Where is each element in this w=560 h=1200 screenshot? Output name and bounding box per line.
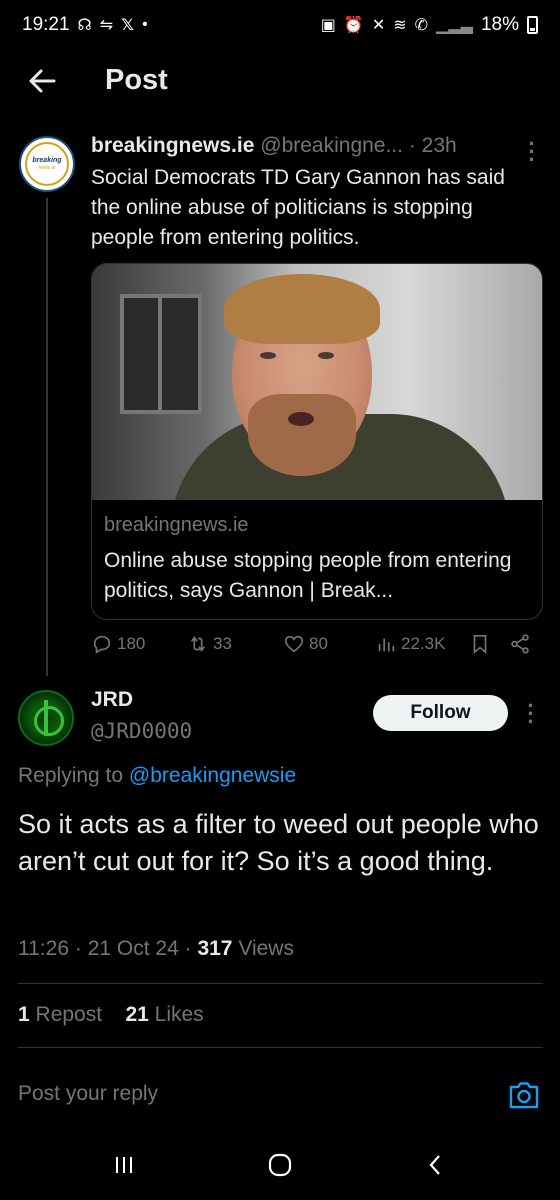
meta-separator: · [184, 937, 192, 960]
reply-input[interactable]: Post your reply [18, 1082, 158, 1106]
heart-icon [284, 635, 304, 653]
reply-count: 180 [117, 634, 146, 653]
person-hair [224, 274, 380, 344]
meta-separator: · [74, 937, 82, 960]
status-bar: 19:21 ☊ ⇋ 𝕏 • ▣ ⏰ ✕ ≋ ✆ ▁▂▃ 18% [0, 0, 560, 50]
reply-icon [93, 635, 111, 654]
person-eye-right [318, 352, 334, 359]
card-image [92, 264, 542, 500]
signal-bars-icon: ▁▂▃ [436, 17, 473, 34]
page-title: Post [105, 64, 168, 96]
recent-apps-button[interactable] [104, 1150, 144, 1180]
repost-button[interactable]: 33 [187, 633, 232, 655]
breakingnews-logo: breaking news.ie [25, 142, 69, 186]
reply-button[interactable]: 180 [91, 633, 145, 655]
views-label: Views [238, 937, 294, 960]
post-time[interactable]: 11:26 [18, 937, 69, 960]
views-icon [378, 638, 395, 652]
replying-mention[interactable]: @breakingnewsie [129, 764, 296, 787]
data-icon: ⇋ [99, 17, 114, 34]
person-eye-left [260, 352, 276, 359]
link-card[interactable]: breakingnews.ie Online abuse stopping pe… [91, 263, 543, 620]
back-icon [429, 1155, 440, 1175]
reply-author-handle[interactable]: @JRD0000 [91, 719, 192, 743]
repost-icon [190, 636, 206, 652]
dot-icon: • [142, 16, 148, 33]
engagement-stats: 1 Repost 21 Likes [18, 1003, 204, 1027]
divider [18, 1047, 543, 1048]
post-time[interactable]: · 23h [409, 134, 457, 157]
battery-icon [527, 16, 538, 34]
person-beard [248, 394, 356, 476]
lock-icon: ▣ [320, 17, 336, 34]
share-button[interactable] [509, 633, 531, 655]
more-options-icon[interactable]: · · · [522, 133, 542, 171]
views-count: 22.3K [401, 634, 446, 653]
logo-text: breaking [32, 157, 62, 164]
views-count: 317 [197, 937, 233, 960]
replying-to: Replying to @breakingnewsie [18, 764, 296, 788]
card-domain: breakingnews.ie [104, 514, 249, 536]
logo-subtext: news.ie [38, 165, 56, 171]
recent-apps-icon [116, 1157, 132, 1173]
status-left: 19:21 ☊ ⇋ 𝕏 • [22, 14, 148, 36]
divider [18, 983, 543, 984]
bookmark-button[interactable] [469, 633, 491, 655]
reposts-count: 1 [18, 1003, 30, 1026]
likes-count: 21 [125, 1003, 149, 1026]
wifi-icon: ≋ [393, 17, 407, 34]
background-window [120, 294, 202, 414]
post-meta: 11:26 · 21 Oct 24 · 317 Views [18, 937, 294, 961]
likes-label: Likes [154, 1003, 204, 1026]
author-handle[interactable]: @breakingne... [260, 134, 403, 157]
header: Post [0, 50, 560, 116]
reposts-label: Repost [35, 1003, 103, 1026]
follow-button[interactable]: Follow [373, 695, 508, 731]
action-bar: 180 33 80 22.3K [91, 633, 541, 663]
card-title: Online abuse stopping people from enteri… [104, 549, 512, 602]
reply-text: So it acts as a filter to weed out peopl… [18, 809, 539, 876]
bookmark-icon [473, 634, 487, 655]
camera-icon[interactable] [508, 1080, 540, 1110]
back-arrow-icon[interactable] [26, 65, 58, 97]
views-button[interactable]: 22.3K [375, 633, 445, 655]
home-button[interactable] [260, 1150, 300, 1180]
thread-line [46, 198, 48, 676]
post-date[interactable]: 21 Oct 24 [88, 937, 179, 960]
avatar[interactable] [18, 690, 74, 746]
share-icon [511, 634, 529, 654]
call-icon: ✆ [414, 17, 429, 34]
x-icon: 𝕏 [121, 17, 135, 34]
likes-link[interactable]: 21 Likes [125, 1003, 203, 1026]
status-time: 19:21 [22, 14, 70, 35]
system-nav-bar [0, 1130, 560, 1200]
alarm-icon: ⏰ [343, 17, 364, 34]
replying-prefix: Replying to [18, 764, 124, 787]
battery-level: 18% [480, 14, 519, 35]
post-header: breakingnews.ie @breakingne... · 23h [91, 134, 511, 158]
back-button[interactable] [416, 1150, 456, 1180]
home-icon [268, 1153, 292, 1177]
status-right: ▣ ⏰ ✕ ≋ ✆ ▁▂▃ 18% [321, 14, 538, 36]
reposts-link[interactable]: 1 Repost [18, 1003, 108, 1026]
like-count: 80 [309, 634, 328, 653]
like-button[interactable]: 80 [283, 633, 328, 655]
post-text: Social Democrats TD Gary Gannon has said… [91, 166, 505, 249]
more-options-icon[interactable]: · · · [521, 695, 541, 733]
mute-icon: ✕ [371, 17, 386, 34]
author-name[interactable]: breakingnews.ie [91, 134, 254, 157]
person-mouth [288, 412, 314, 426]
reply-author-name[interactable]: JRD [91, 688, 133, 712]
avatar[interactable]: breaking news.ie [19, 136, 75, 192]
signal-icon: ☊ [77, 17, 92, 34]
repost-count: 33 [213, 634, 232, 653]
